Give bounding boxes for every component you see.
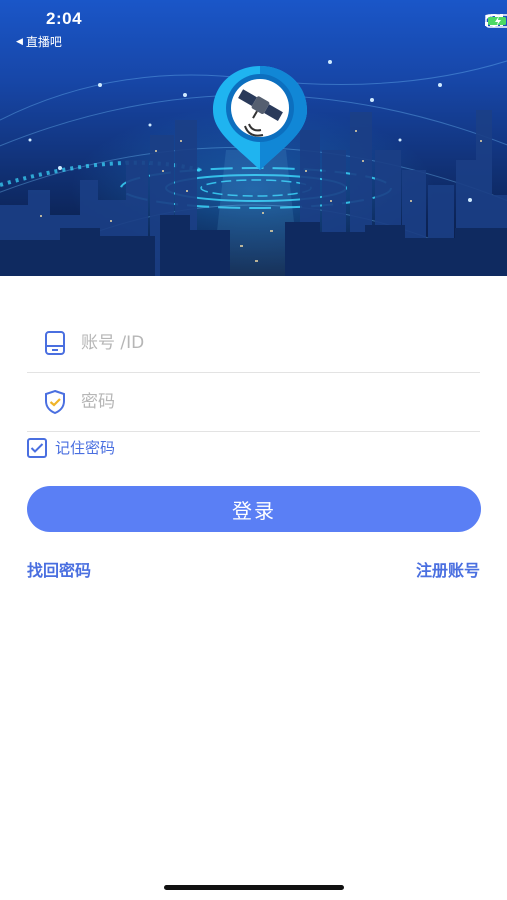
register-account-link[interactable]: 注册账号 [416,557,480,581]
back-triangle-icon: ◀ [16,36,23,47]
remember-password-option[interactable]: 记住密码 [27,437,115,458]
header-banner: 2:04 ◀ 直播吧 [0,0,507,276]
back-app-label: 直播吧 [25,35,62,49]
back-to-app-link[interactable]: ◀ 直播吧 [16,33,62,50]
account-field[interactable] [27,314,480,373]
account-input[interactable] [79,332,463,354]
status-time: 2:04 [46,9,83,28]
shield-check-icon [42,389,68,415]
phone-icon [42,330,68,356]
remember-label: 记住密码 [55,439,116,457]
home-indicator [164,885,344,890]
remember-checkbox[interactable] [27,437,47,458]
checkmark-icon [30,442,44,453]
password-field[interactable] [27,373,480,432]
battery-charging-icon [485,14,507,28]
password-input[interactable] [79,391,463,413]
location-pin-satellite-icon [213,66,307,170]
login-button[interactable]: 登录 [27,486,481,532]
forgot-password-link[interactable]: 找回密码 [27,557,91,581]
